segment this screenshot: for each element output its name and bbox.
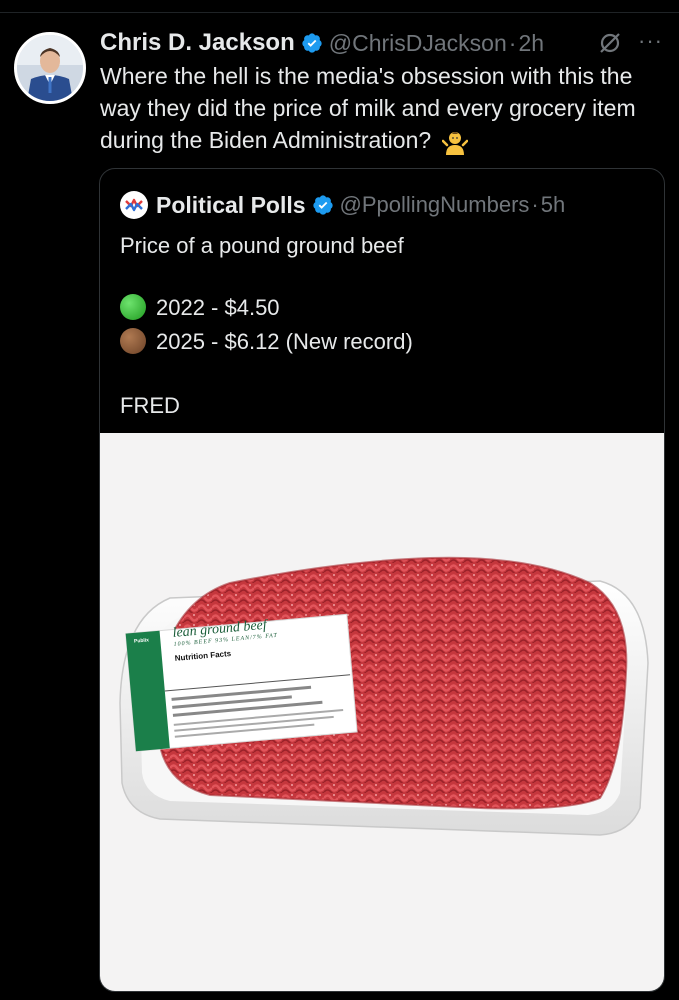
verified-badge-icon	[302, 33, 322, 53]
polls-logo-icon	[125, 198, 143, 212]
political-polls-logo[interactable]	[120, 191, 148, 219]
quoted-time[interactable]: 5h	[541, 192, 565, 218]
tweet-text: Where the hell is the media's obsession …	[100, 60, 670, 156]
quoted-author-name[interactable]: Political Polls	[156, 192, 306, 219]
tweet-header: Chris D. Jackson @ChrisDJackson · 2h	[100, 28, 544, 58]
tweet-time[interactable]: 2h	[518, 30, 544, 57]
grok-icon[interactable]	[597, 30, 623, 56]
author-name[interactable]: Chris D. Jackson	[100, 29, 295, 57]
quoted-line-2025: 2025 - $6.12 (New record)	[120, 328, 413, 356]
quoted-header: Political Polls @PpollingNumbers · 5h	[120, 191, 565, 219]
quoted-line-title: Price of a pound ground beef	[120, 233, 404, 258]
price-2025: 2025 - $6.12 (New record)	[156, 329, 413, 354]
verified-badge-icon	[312, 195, 333, 215]
quoted-line-source: FRED	[120, 393, 180, 418]
price-2022: 2022 - $4.50	[156, 295, 280, 320]
separator-dot: ·	[508, 29, 517, 56]
ground-beef-illustration	[119, 556, 649, 836]
quoted-line-2022: 2022 - $4.50	[120, 294, 280, 322]
brown-circle-emoji	[120, 328, 146, 355]
more-options-icon[interactable]: ···	[638, 28, 663, 54]
tweet-body: Where the hell is the media's obsession …	[100, 63, 636, 153]
quoted-tweet[interactable]: Political Polls @PpollingNumbers · 5h Pr…	[99, 168, 665, 992]
green-circle-emoji	[120, 294, 146, 321]
quoted-author-handle[interactable]: @PpollingNumbers	[340, 192, 530, 218]
author-handle[interactable]: @ChrisDJackson	[329, 30, 507, 57]
ground-beef-photo[interactable]: lean ground beef 100% BEEF 93% LEAN/7% F…	[100, 433, 664, 991]
person-shrugging-emoji	[441, 131, 468, 155]
separator-dot: ·	[531, 192, 539, 217]
author-avatar[interactable]	[14, 32, 86, 104]
avatar-image	[17, 35, 83, 101]
divider	[0, 12, 679, 13]
